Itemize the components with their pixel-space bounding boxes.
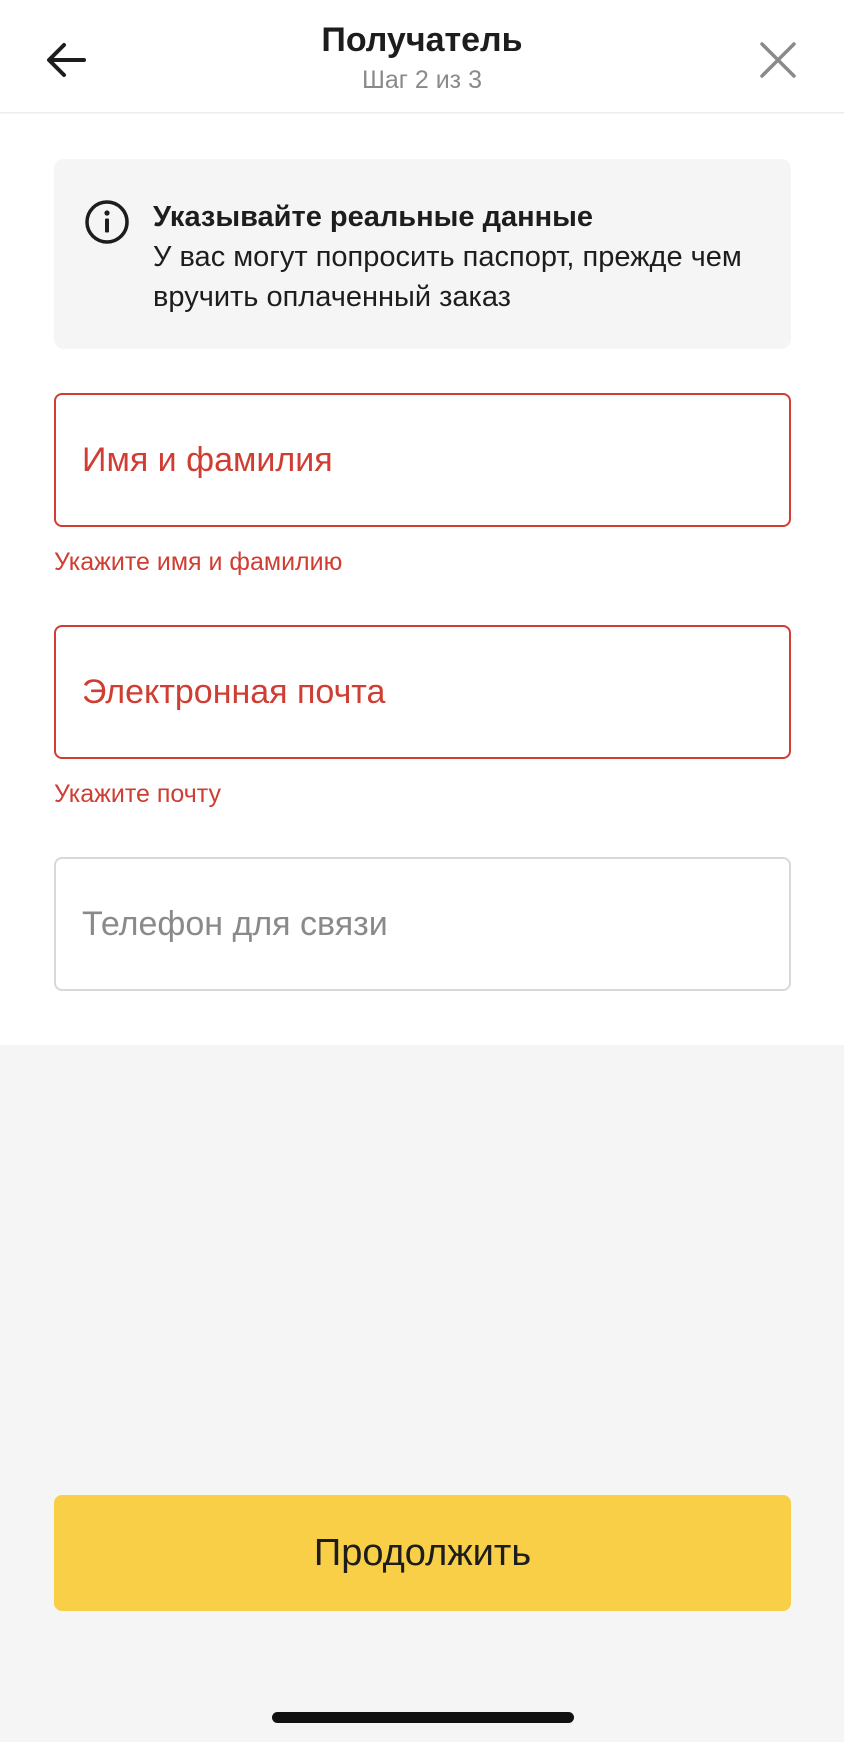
info-title: Указывайте реальные данные — [153, 201, 594, 233]
name-error-message: Укажите имя и фамилию — [54, 548, 343, 576]
close-icon — [759, 41, 797, 84]
name-field[interactable]: Имя и фамилия — [54, 393, 791, 527]
email-error-message: Укажите почту — [54, 780, 222, 808]
step-indicator: Шаг 2 из 3 — [361, 66, 482, 94]
phone-field[interactable]: Телефон для связи — [54, 857, 791, 991]
continue-button[interactable]: Продолжить — [54, 1495, 791, 1611]
info-icon — [84, 199, 130, 245]
page-title: Получатель — [321, 21, 523, 59]
phone-field-label: Телефон для связи — [82, 904, 388, 943]
close-button[interactable] — [748, 32, 808, 92]
name-field-label: Имя и фамилия — [82, 440, 333, 479]
form-content: Указывайте реальные данные У вас могут п… — [0, 114, 844, 1045]
header: Получатель Шаг 2 из 3 — [0, 0, 844, 113]
email-field[interactable]: Электронная почта — [54, 625, 791, 759]
email-field-label: Электронная почта — [82, 672, 386, 711]
info-banner: Указывайте реальные данные У вас могут п… — [54, 159, 791, 349]
recipient-screen: Получатель Шаг 2 из 3 Указывайте реальны… — [0, 0, 844, 1742]
info-text: У вас могут попросить паспорт, прежде че… — [153, 241, 742, 313]
home-indicator[interactable] — [272, 1712, 574, 1723]
